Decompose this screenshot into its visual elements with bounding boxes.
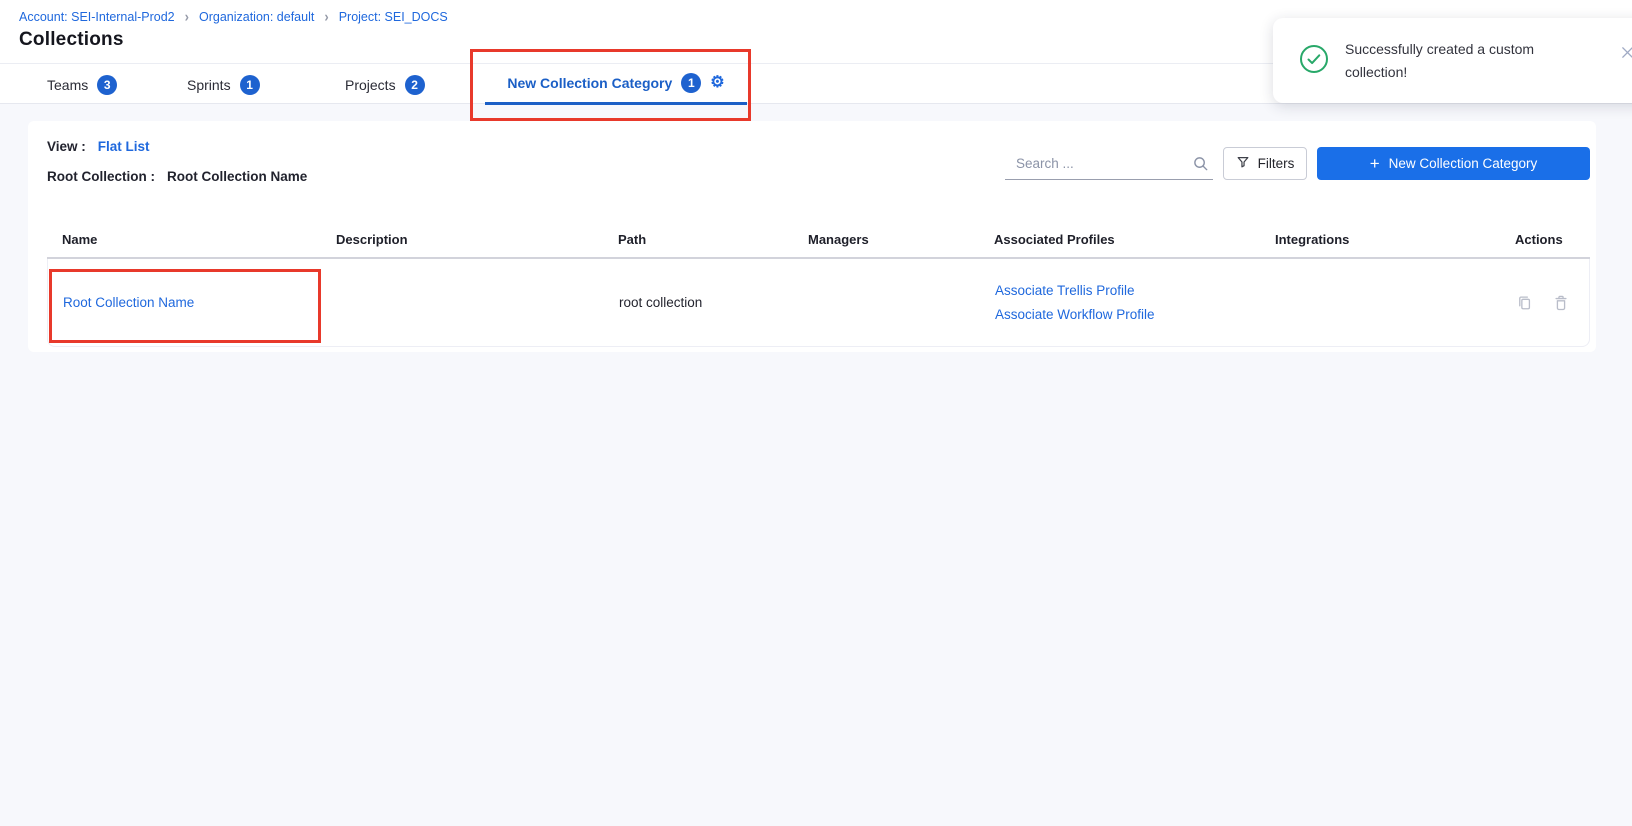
gear-icon[interactable]: ⚙ (710, 75, 724, 91)
tab-teams[interactable]: Teams 3 (47, 64, 117, 105)
root-collection-label: Root Collection : (47, 169, 155, 184)
count-badge: 3 (97, 75, 117, 95)
cell-associated-profiles: Associate Trellis Profile Associate Work… (995, 283, 1276, 322)
breadcrumb: Account: SEI-Internal-Prod2 › Organizati… (19, 9, 448, 24)
view-row: View : Flat List (47, 139, 150, 154)
tab-sprints[interactable]: Sprints 1 (187, 64, 260, 105)
cell-actions (1516, 294, 1589, 311)
view-label: View : (47, 139, 86, 154)
view-flat-list-link[interactable]: Flat List (98, 139, 150, 154)
count-badge: 2 (405, 75, 425, 95)
tab-label: Sprints (187, 77, 231, 93)
search-icon (1193, 156, 1208, 176)
column-header-integrations: Integrations (1275, 232, 1515, 247)
filters-label: Filters (1258, 156, 1295, 171)
column-header-associated-profiles: Associated Profiles (994, 232, 1275, 247)
column-header-path: Path (618, 232, 808, 247)
column-header-managers: Managers (808, 232, 994, 247)
page-title: Collections (19, 29, 124, 51)
associate-trellis-profile-link[interactable]: Associate Trellis Profile (995, 283, 1276, 298)
count-badge: 1 (240, 75, 260, 95)
breadcrumb-project-link[interactable]: Project: SEI_DOCS (339, 10, 448, 24)
check-circle-icon (1299, 44, 1329, 79)
copy-icon[interactable] (1516, 294, 1533, 311)
table-row: Root Collection Name root collection Ass… (47, 259, 1590, 347)
tab-label: Teams (47, 77, 88, 93)
search-input[interactable] (1016, 151, 1182, 175)
column-header-description: Description (336, 232, 618, 247)
count-badge: 1 (681, 73, 701, 93)
cell-path: root collection (619, 295, 809, 310)
root-collection-value: Root Collection Name (167, 169, 307, 184)
tab-new-collection-category[interactable]: New Collection Category 1 ⚙ (485, 64, 747, 105)
trash-icon[interactable] (1553, 294, 1569, 311)
cell-name: Root Collection Name (48, 295, 337, 310)
chevron-right-icon: › (185, 8, 189, 25)
column-header-actions: Actions (1515, 232, 1590, 247)
toast-message: Successfully created a custom collection… (1345, 38, 1577, 84)
new-collection-category-button[interactable]: + New Collection Category (1317, 147, 1590, 180)
collections-panel: View : Flat List Root Collection : Root … (28, 121, 1596, 352)
breadcrumb-account-link[interactable]: Account: SEI-Internal-Prod2 (19, 10, 175, 24)
close-icon[interactable] (1620, 45, 1632, 60)
filters-button[interactable]: Filters (1223, 147, 1307, 180)
plus-icon: + (1370, 155, 1380, 172)
success-toast: Successfully created a custom collection… (1273, 18, 1632, 103)
new-collection-category-button-label: New Collection Category (1389, 156, 1538, 171)
breadcrumb-organization-link[interactable]: Organization: default (199, 10, 314, 24)
root-collection-row: Root Collection : Root Collection Name (47, 169, 307, 184)
collection-name-link[interactable]: Root Collection Name (63, 295, 194, 310)
chevron-right-icon: › (324, 8, 328, 25)
tab-label: New Collection Category (507, 75, 672, 91)
tab-label: Projects (345, 77, 396, 93)
search-box (1005, 147, 1213, 180)
tab-projects[interactable]: Projects 2 (345, 64, 425, 105)
filter-funnel-icon (1236, 155, 1250, 172)
table-header-row: Name Description Path Managers Associate… (47, 221, 1590, 259)
associate-workflow-profile-link[interactable]: Associate Workflow Profile (995, 307, 1276, 322)
collections-table: Name Description Path Managers Associate… (47, 221, 1590, 347)
column-header-name: Name (47, 232, 336, 247)
